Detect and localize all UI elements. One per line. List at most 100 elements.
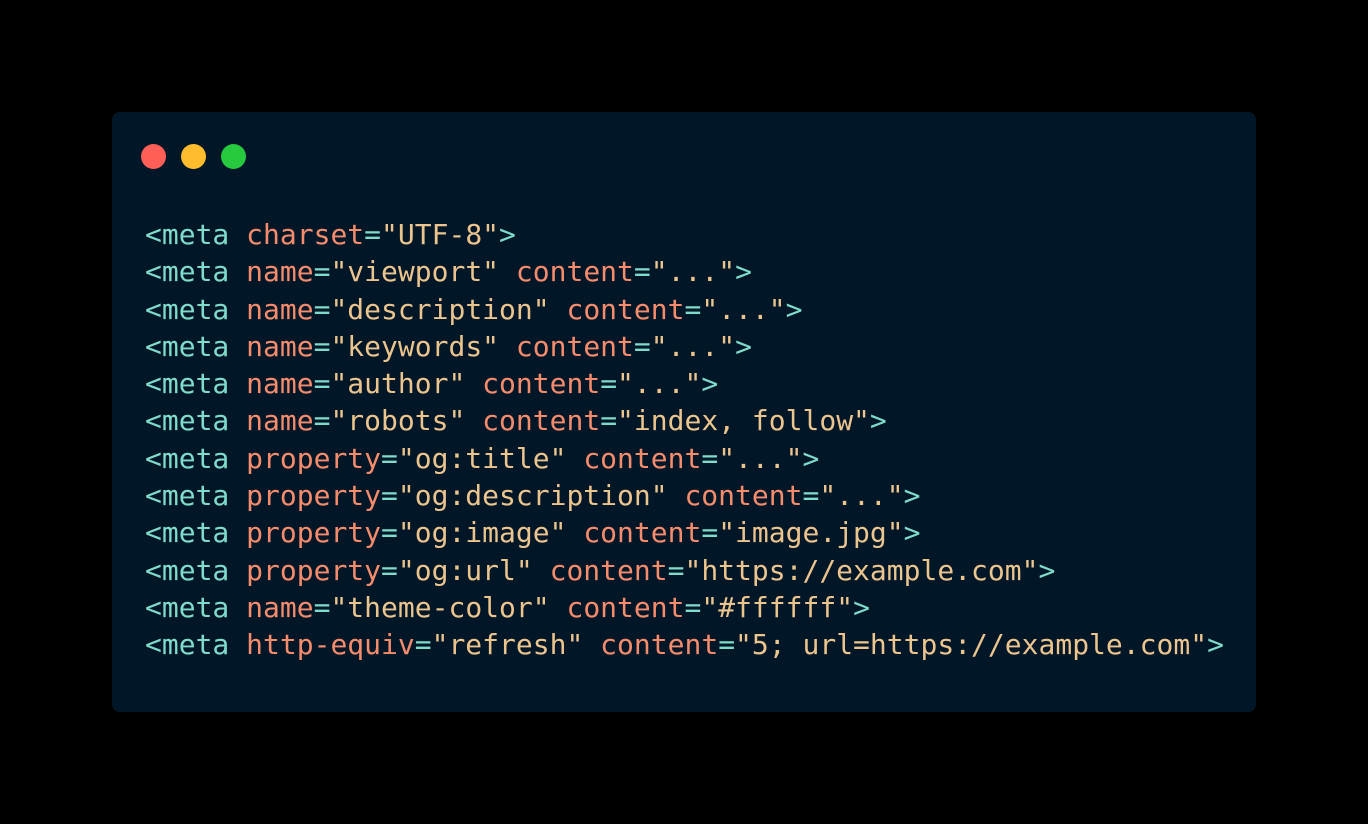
tag-close: > bbox=[735, 329, 752, 363]
attribute-name: content bbox=[566, 292, 685, 326]
code-line: <meta name="description" content="..."> bbox=[145, 291, 1224, 328]
attribute-name: content bbox=[482, 404, 601, 438]
code-line: <meta name="robots" content="index, foll… bbox=[145, 402, 1224, 439]
tag-close: > bbox=[1038, 553, 1056, 587]
equals-sign: = bbox=[364, 218, 382, 251]
attribute-name: content bbox=[515, 255, 634, 289]
equals-sign: = bbox=[313, 367, 331, 401]
tag-close: > bbox=[701, 367, 719, 401]
tag-token: <meta bbox=[145, 404, 230, 438]
code-block: <meta charset="UTF-8"> <meta name="viewpo… bbox=[145, 216, 1224, 664]
code-line: <meta property="og:description" content=… bbox=[145, 477, 1224, 514]
tag-close: > bbox=[1207, 628, 1224, 662]
code-line: <meta property="og:url" content="https:/… bbox=[145, 552, 1224, 589]
equals-sign: = bbox=[701, 441, 719, 475]
attribute-name: content bbox=[583, 441, 702, 475]
equals-sign: = bbox=[381, 516, 398, 550]
tag-token: <meta bbox=[145, 628, 230, 662]
attribute-value: "description" bbox=[330, 292, 550, 326]
tag-close: > bbox=[903, 516, 921, 550]
tag-close: > bbox=[735, 255, 752, 289]
close-dot-icon[interactable] bbox=[141, 144, 166, 169]
attribute-name: name bbox=[246, 367, 314, 401]
tag-close: > bbox=[499, 218, 516, 251]
attribute-name: content bbox=[600, 628, 719, 662]
tag-token: <meta bbox=[145, 255, 230, 289]
tag-close: > bbox=[869, 404, 887, 438]
attribute-value: "..." bbox=[617, 367, 702, 401]
attribute-name: name bbox=[246, 590, 314, 624]
equals-sign: = bbox=[667, 553, 685, 587]
attribute-value: "og:url" bbox=[397, 553, 533, 587]
tag-close: > bbox=[853, 590, 870, 624]
code-line: <meta name="author" content="..."> bbox=[145, 365, 1224, 402]
equals-sign: = bbox=[802, 479, 820, 513]
attribute-name: content bbox=[515, 329, 634, 363]
attribute-name: content bbox=[549, 553, 668, 587]
attribute-name: name bbox=[246, 292, 314, 326]
window-controls bbox=[141, 144, 246, 169]
attribute-value: "keywords" bbox=[330, 329, 500, 363]
equals-sign: = bbox=[381, 553, 398, 587]
attribute-name: property bbox=[246, 441, 382, 475]
equals-sign: = bbox=[633, 255, 651, 289]
minimize-dot-icon[interactable] bbox=[181, 144, 206, 169]
equals-sign: = bbox=[414, 628, 432, 662]
attribute-value: "..." bbox=[819, 479, 904, 513]
code-line: <meta charset="UTF-8"> bbox=[145, 216, 1224, 253]
attribute-name: property bbox=[246, 479, 382, 513]
equals-sign: = bbox=[381, 479, 398, 513]
tag-token: <meta bbox=[145, 479, 230, 513]
equals-sign: = bbox=[313, 329, 331, 363]
code-line: <meta name="theme-color" content="#fffff… bbox=[145, 589, 1224, 626]
equals-sign: = bbox=[684, 590, 702, 624]
equals-sign: = bbox=[313, 404, 331, 438]
attribute-value: "image.jpg" bbox=[718, 516, 904, 550]
equals-sign: = bbox=[313, 590, 331, 624]
attribute-name: charset bbox=[246, 218, 365, 251]
equals-sign: = bbox=[313, 255, 331, 289]
equals-sign: = bbox=[684, 292, 702, 326]
maximize-dot-icon[interactable] bbox=[221, 144, 246, 169]
attribute-value: "..." bbox=[718, 441, 803, 475]
attribute-name: content bbox=[583, 516, 702, 550]
equals-sign: = bbox=[600, 404, 618, 438]
code-line: <meta http-equiv="refresh" content="5; u… bbox=[145, 626, 1224, 663]
attribute-name: name bbox=[246, 255, 314, 289]
attribute-value: "..." bbox=[701, 292, 786, 326]
equals-sign: = bbox=[600, 367, 618, 401]
attribute-name: name bbox=[246, 404, 314, 438]
equals-sign: = bbox=[313, 292, 331, 326]
equals-sign: = bbox=[718, 628, 736, 662]
tag-close: > bbox=[802, 441, 820, 475]
tag-token: <meta bbox=[145, 516, 230, 550]
attribute-value: "robots" bbox=[330, 404, 466, 438]
attribute-value: "..." bbox=[650, 255, 736, 289]
attribute-value: "og:title" bbox=[397, 441, 567, 475]
code-line: <meta property="og:title" content="..."> bbox=[145, 440, 1224, 477]
tag-token: <meta bbox=[145, 553, 230, 587]
equals-sign: = bbox=[633, 329, 651, 363]
code-line: <meta name="keywords" content="..."> bbox=[145, 328, 1224, 365]
attribute-value: "#ffffff" bbox=[701, 590, 854, 624]
tag-close: > bbox=[903, 479, 921, 513]
tag-token: <meta bbox=[145, 218, 230, 251]
code-window: <meta charset="UTF-8"> <meta name="viewpo… bbox=[112, 112, 1256, 712]
attribute-name: property bbox=[246, 516, 382, 550]
attribute-value: "viewport" bbox=[330, 255, 500, 289]
attribute-value: "og:image" bbox=[397, 516, 567, 550]
attribute-value: "index, follow" bbox=[617, 404, 870, 438]
attribute-name: property bbox=[246, 553, 382, 587]
attribute-value: "refresh" bbox=[431, 628, 584, 662]
attribute-name: content bbox=[684, 479, 803, 513]
attribute-value: "author" bbox=[330, 367, 466, 401]
attribute-value: "5; url=https://example.com" bbox=[735, 628, 1208, 662]
attribute-value: "https://example.com" bbox=[684, 553, 1039, 587]
tag-token: <meta bbox=[145, 292, 230, 326]
attribute-name: name bbox=[246, 329, 314, 363]
attribute-name: content bbox=[482, 367, 601, 401]
attribute-value: "..." bbox=[650, 329, 736, 363]
attribute-name: http-equiv bbox=[246, 628, 415, 662]
attribute-value: "theme-color" bbox=[330, 590, 550, 624]
code-line: <meta property="og:image" content="image… bbox=[145, 514, 1224, 551]
